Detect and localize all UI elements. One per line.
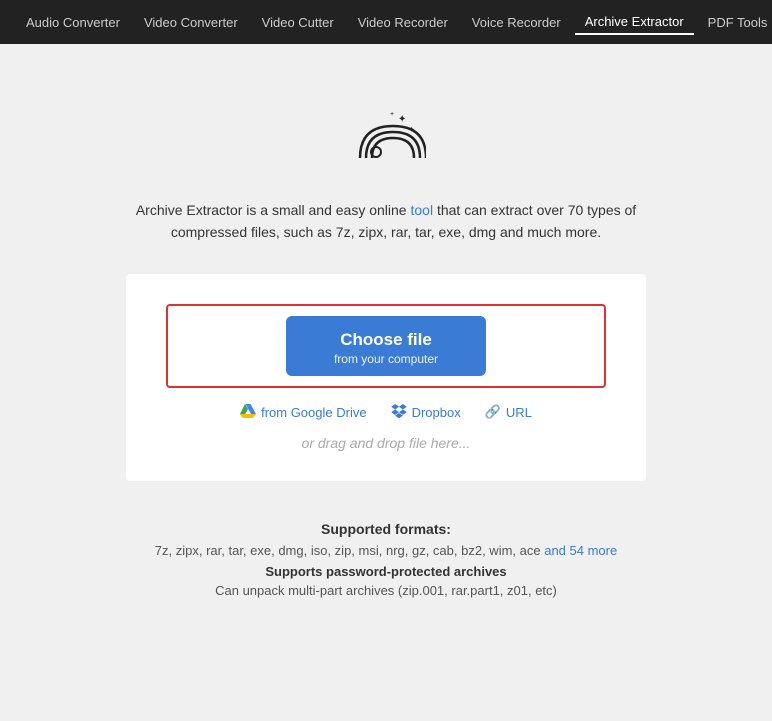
dropbox-label: Dropbox [412, 405, 461, 420]
svg-text:+: + [390, 111, 394, 118]
dropbox-icon [391, 404, 407, 421]
formats-section: Supported formats: 7z, zipx, rar, tar, e… [155, 521, 617, 598]
google-drive-icon [240, 404, 256, 421]
navigation: Audio Converter Video Converter Video Cu… [0, 0, 772, 44]
svg-text:✦: ✦ [408, 125, 415, 134]
formats-more-link[interactable]: and 54 more [544, 543, 617, 558]
main-content: ✦ ✦ + Archive Extractor is a small and e… [0, 44, 772, 638]
choose-file-button[interactable]: Choose file from your computer [286, 316, 486, 376]
formats-list-text: 7z, zipx, rar, tar, exe, dmg, iso, zip, … [155, 543, 541, 558]
formats-feature2: Can unpack multi-part archives (zip.001,… [155, 583, 617, 598]
nav-video-recorder[interactable]: Video Recorder [348, 11, 458, 34]
formats-feature1: Supports password-protected archives [155, 564, 617, 579]
google-drive-label: from Google Drive [261, 405, 366, 420]
svg-text:✦: ✦ [398, 114, 406, 125]
formats-list: 7z, zipx, rar, tar, exe, dmg, iso, zip, … [155, 543, 617, 558]
formats-title: Supported formats: [155, 521, 617, 537]
source-links: from Google Drive Dropbox 🔗 URL [240, 404, 532, 421]
nav-video-converter[interactable]: Video Converter [134, 11, 248, 34]
drag-drop-text: or drag and drop file here... [302, 435, 471, 451]
url-icon: 🔗 [485, 404, 501, 420]
url-label: URL [506, 405, 532, 420]
nav-pdf-tools[interactable]: PDF Tools [698, 11, 772, 34]
nav-video-cutter[interactable]: Video Cutter [252, 11, 344, 34]
choose-file-button-label: Choose file [340, 330, 432, 350]
google-drive-link[interactable]: from Google Drive [240, 404, 366, 421]
hero-description: Archive Extractor is a small and easy on… [136, 199, 636, 244]
url-link[interactable]: 🔗 URL [485, 404, 532, 420]
hero-icon: ✦ ✦ + [346, 104, 426, 179]
hero-description-link[interactable]: tool [411, 202, 434, 218]
choose-file-drop-zone[interactable]: Choose file from your computer [166, 304, 606, 388]
upload-card: Choose file from your computer from Goog… [126, 274, 646, 481]
nav-voice-recorder[interactable]: Voice Recorder [462, 11, 571, 34]
nav-archive-extractor[interactable]: Archive Extractor [575, 10, 694, 35]
dropbox-link[interactable]: Dropbox [391, 404, 461, 421]
choose-file-button-sublabel: from your computer [334, 352, 438, 366]
nav-audio-converter[interactable]: Audio Converter [16, 11, 130, 34]
